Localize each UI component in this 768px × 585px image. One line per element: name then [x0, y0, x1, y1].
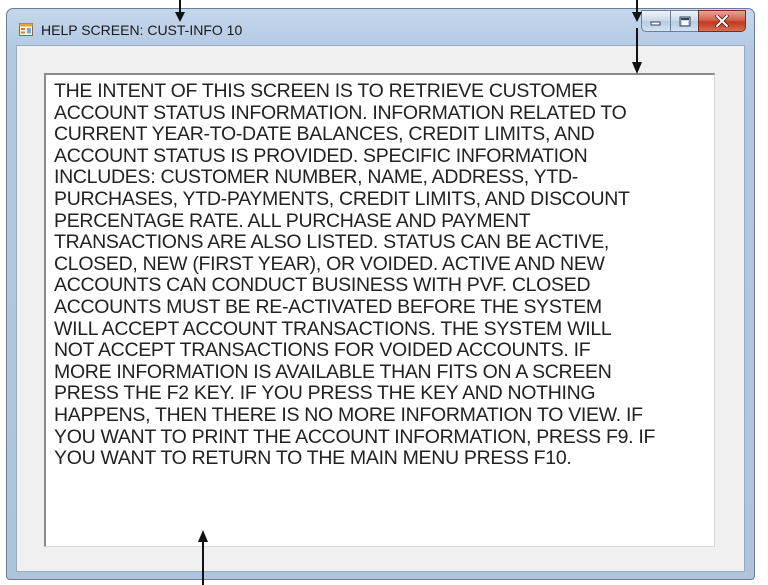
callout-arrow-help-box — [632, 28, 642, 74]
callout-arrows — [175, 0, 642, 585]
callout-arrow-bottom — [198, 530, 208, 585]
callout-arrow-close — [632, 0, 642, 22]
callout-arrow-title — [175, 0, 185, 22]
